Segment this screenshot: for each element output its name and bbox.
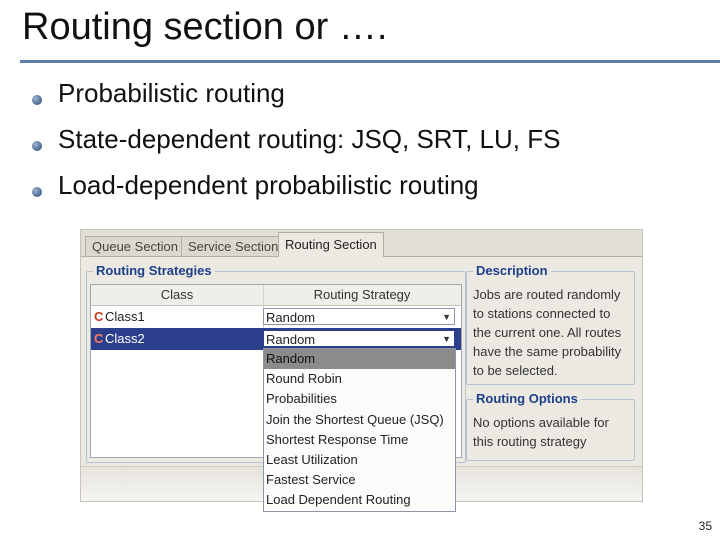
tab-routing-section[interactable]: Routing Section <box>278 232 384 257</box>
routing-strategy-select[interactable]: Random ▼ <box>263 330 455 347</box>
bullet-dot-icon <box>32 187 42 197</box>
routing-strategy-select[interactable]: Random ▼ <box>263 308 455 325</box>
dropdown-option-probabilities[interactable]: Probabilities <box>264 389 455 409</box>
routing-strategy-value: Random <box>266 332 316 347</box>
dropdown-option-round-robin[interactable]: Round Robin <box>264 369 455 389</box>
class-name-cell: Class2 <box>105 331 145 346</box>
column-header-routing-strategy[interactable]: Routing Strategy <box>264 285 460 305</box>
description-text: Jobs are routed randomly to stations con… <box>473 287 622 378</box>
bullet-text: Load-dependent probabilistic routing <box>58 170 479 200</box>
slide-title: Routing section or …. <box>22 6 388 48</box>
table-header: Class Routing Strategy <box>91 285 461 306</box>
routing-strategy-dropdown[interactable]: Random Round Robin Probabilities Join th… <box>263 348 456 512</box>
dropdown-option-least-utilization[interactable]: Least Utilization <box>264 450 455 470</box>
bullet-text: Probabilistic routing <box>58 78 285 108</box>
bullet-dot-icon <box>32 141 42 151</box>
bullet-dot-icon <box>32 95 42 105</box>
bullet-text: State-dependent routing: JSQ, SRT, LU, F… <box>58 124 561 154</box>
tab-bar: Queue Section Service Section Routing Se… <box>81 230 642 257</box>
class-name-cell: Class1 <box>105 309 145 324</box>
page-number: 35 <box>698 519 712 533</box>
routing-strategies-title: Routing Strategies <box>93 263 215 278</box>
dropdown-option-random[interactable]: Random <box>264 349 455 370</box>
chevron-down-icon[interactable]: ▼ <box>442 309 451 326</box>
table-row[interactable]: C Class1 Random ▼ <box>91 306 461 328</box>
dropdown-option-jsq[interactable]: Join the Shortest Queue (JSQ) <box>264 410 455 430</box>
dropdown-option-load-dependent-routing[interactable]: Load Dependent Routing <box>264 490 455 510</box>
column-header-class[interactable]: Class <box>91 285 263 305</box>
tab-queue-section[interactable]: Queue Section <box>85 236 186 256</box>
routing-options-group: Routing Options No options available for… <box>466 391 635 461</box>
dropdown-option-fastest-service[interactable]: Fastest Service <box>264 470 455 490</box>
chevron-down-icon[interactable]: ▼ <box>442 331 451 348</box>
description-title: Description <box>473 263 551 278</box>
routing-strategy-value: Random <box>266 310 316 325</box>
dropdown-option-shortest-response-time[interactable]: Shortest Response Time <box>264 430 455 450</box>
routing-options-title: Routing Options <box>473 391 581 406</box>
description-group: Description Jobs are routed randomly to … <box>466 263 635 385</box>
routing-options-text: No options available for this routing st… <box>473 415 609 449</box>
tab-service-section[interactable]: Service Section <box>181 236 286 256</box>
table-row[interactable]: C Class2 Random ▼ <box>91 328 461 350</box>
title-divider <box>20 60 720 63</box>
